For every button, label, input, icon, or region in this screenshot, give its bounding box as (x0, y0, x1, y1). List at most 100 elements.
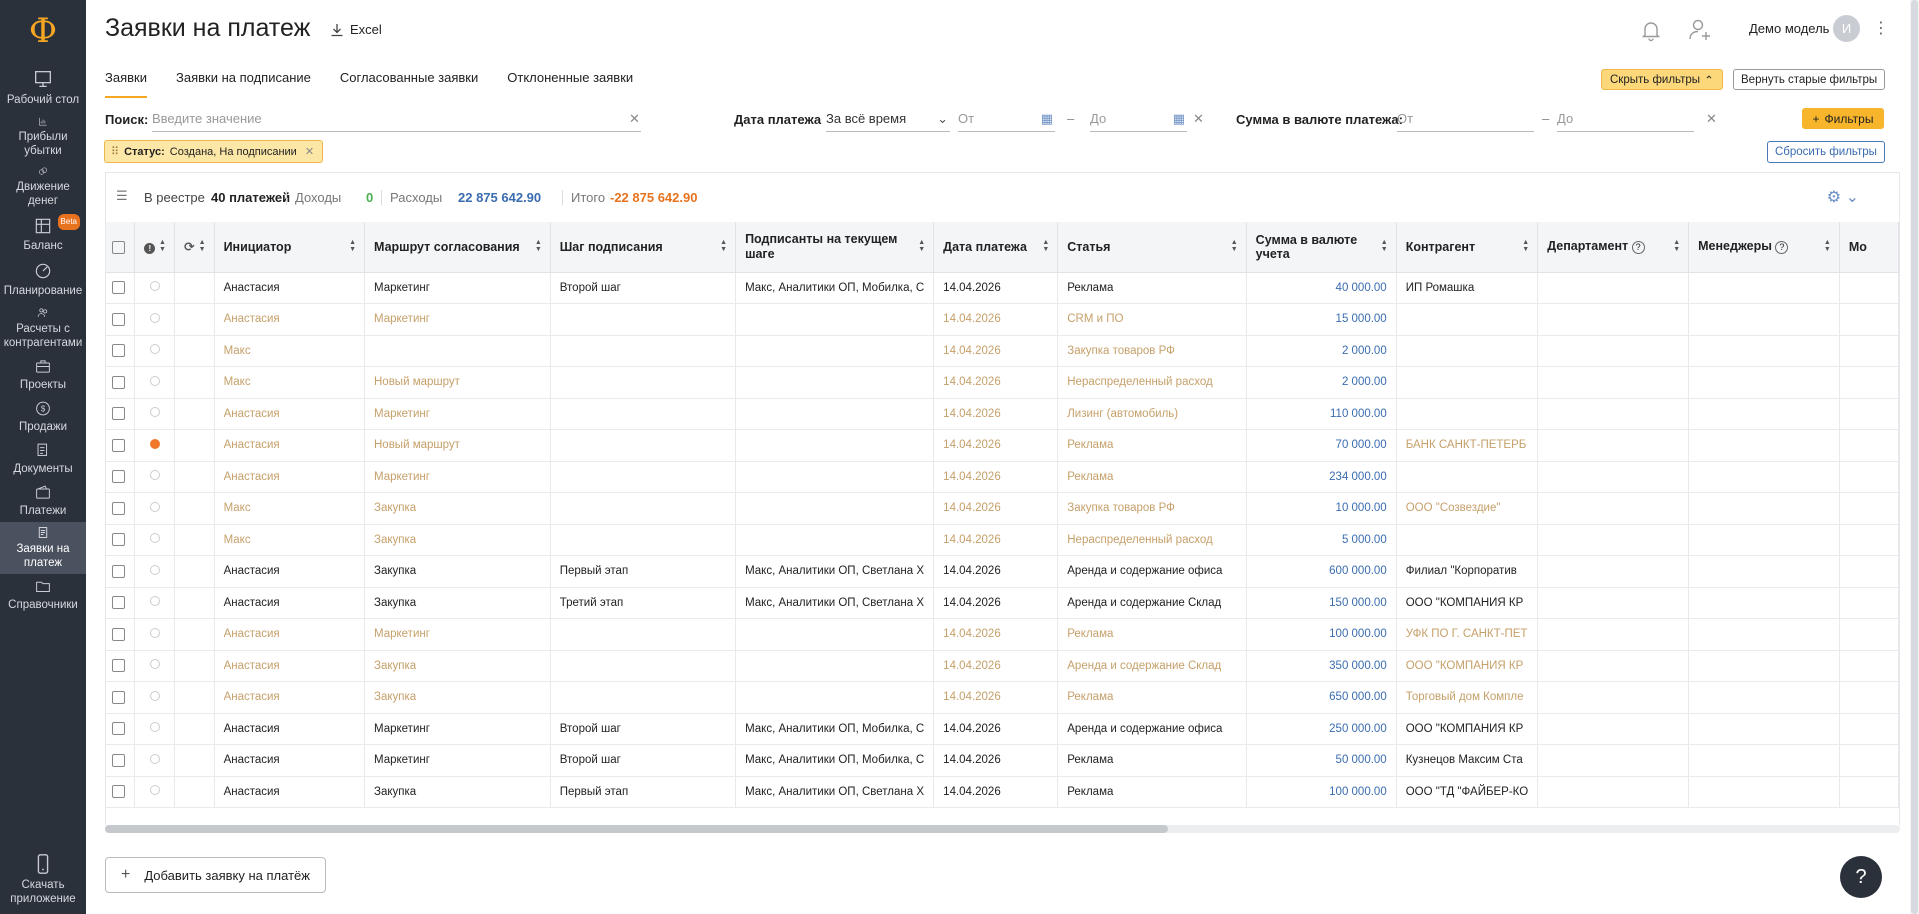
hide-filters-button[interactable]: Скрыть фильтры ⌃ (1601, 69, 1723, 90)
sort-icon[interactable]: ▲ ▼ (720, 239, 727, 253)
table-row[interactable]: Анастасия Закупка Третий этап Макс, Аналити… (106, 587, 1899, 619)
row-checkbox[interactable] (112, 690, 125, 704)
sidebar-item-planning[interactable]: Планирование (0, 257, 86, 302)
excel-export-button[interactable]: Excel (330, 22, 382, 37)
search-input[interactable]: Введите значение (152, 108, 641, 132)
sidebar-item-coins[interactable]: Движение денег (0, 162, 86, 212)
sidebar-item-balance[interactable]: Баланс Beta (0, 212, 86, 257)
sum-from-input[interactable]: От (1397, 108, 1534, 132)
column-department[interactable]: Департамент ? ▲ ▼ (1537, 222, 1690, 273)
status-filter-chip[interactable]: ⠿ Статус: Создана, На подписании ✕ (104, 140, 324, 163)
sidebar-item-request[interactable]: Заявки на платеж (0, 522, 86, 574)
vertical-scrollbar[interactable] (1910, 0, 1919, 914)
add-user-icon[interactable] (1687, 17, 1713, 43)
column-truncated[interactable]: Мо (1839, 222, 1899, 273)
column-signers[interactable]: Подписанты на текущем шаге ▲ ▼ (735, 222, 935, 273)
sidebar-item-wallet[interactable]: Платежи (0, 480, 86, 522)
sort-icon[interactable]: ▲ ▼ (1381, 239, 1388, 253)
kebab-menu-icon[interactable]: ⋮ (1873, 18, 1889, 38)
column-sum[interactable]: Сумма в валюте учета ▲ ▼ (1246, 222, 1397, 273)
row-checkbox[interactable] (112, 533, 125, 547)
table-row[interactable]: Анастасия Маркетинг 14.04.2026 Лизинг (авто… (106, 398, 1899, 430)
reset-filters-button[interactable]: Сбросить фильтры (1767, 141, 1885, 163)
sidebar-item-dollar[interactable]: $ Продажи (0, 396, 86, 438)
row-checkbox[interactable] (112, 501, 125, 515)
clear-search-icon[interactable]: ✕ (629, 111, 640, 127)
column-date[interactable]: Дата платежа ▲ ▼ (933, 222, 1059, 273)
table-row[interactable]: Анастасия Маркетинг Второй шаг Макс, Аналит… (106, 744, 1899, 777)
avatar[interactable]: И (1833, 15, 1860, 42)
filters-button[interactable]: + Фильтры (1802, 108, 1884, 129)
date-period-select[interactable]: За всё время ⌄ (826, 108, 950, 132)
table-row[interactable]: Макс Закупка 14.04.2026 Нераспределенный ра… (106, 524, 1899, 556)
sidebar-item-contractors[interactable]: Расчеты с контрагентами (0, 302, 86, 354)
column-contractor[interactable]: Контрагент ▲ ▼ (1396, 222, 1539, 273)
column-initiator[interactable]: Инициатор ▲ ▼ (214, 222, 366, 273)
date-from-input[interactable]: От ▦ (958, 108, 1055, 132)
tab-approved[interactable]: Согласованные заявки (340, 70, 478, 98)
row-checkbox[interactable] (112, 470, 125, 484)
table-row[interactable]: Анастасия Закупка 14.04.2026 Аренда и содер… (106, 650, 1899, 682)
scrollbar-thumb[interactable] (105, 825, 1168, 833)
app-logo[interactable]: Ф (0, 0, 86, 62)
table-row[interactable]: Анастасия Маркетинг 14.04.2026 Реклама 234 0… (106, 461, 1899, 493)
gear-icon[interactable]: ⚙ ⌄ (1827, 187, 1859, 207)
drag-handle-icon[interactable]: ⠿ (111, 145, 119, 158)
user-name[interactable]: Демо модель (1749, 21, 1829, 36)
sort-icon[interactable]: ▲ ▼ (1673, 239, 1680, 253)
row-checkbox[interactable] (112, 722, 125, 736)
sort-icon[interactable]: ▲ ▼ (349, 239, 356, 253)
table-row[interactable]: Анастасия Маркетинг 14.04.2026 Реклама 100 0… (106, 618, 1899, 651)
bell-icon[interactable] (1639, 18, 1663, 42)
remove-chip-icon[interactable]: ✕ (305, 145, 314, 158)
table-row[interactable]: Анастасия Закупка 14.04.2026 Реклама 650 000… (106, 681, 1899, 714)
select-all-checkbox[interactable] (112, 240, 125, 254)
sort-icon[interactable]: ▲ ▼ (1042, 239, 1049, 253)
help-circle-icon[interactable]: ? (1631, 241, 1645, 255)
row-checkbox[interactable] (112, 312, 125, 326)
row-checkbox[interactable] (112, 344, 125, 358)
sort-icon[interactable]: ▲ ▼ (918, 239, 925, 253)
tab-requests[interactable]: Заявки (105, 70, 147, 98)
horizontal-scrollbar[interactable] (105, 825, 1900, 833)
column-article[interactable]: Статья ▲ ▼ (1057, 222, 1247, 273)
table-row[interactable]: Анастасия Маркетинг Второй шаг Макс, Аналит… (106, 713, 1899, 745)
sidebar-item-briefcase[interactable]: Проекты (0, 354, 86, 396)
row-checkbox[interactable] (112, 407, 125, 421)
row-checkbox[interactable] (112, 375, 125, 389)
table-row[interactable]: Анастасия Маркетинг Второй шаг Макс, Аналит… (106, 272, 1899, 304)
list-icon[interactable]: ☰ (116, 188, 128, 204)
vertical-scrollbar-thumb[interactable] (1911, 0, 1918, 914)
date-to-input[interactable]: До ▦ (1090, 108, 1187, 132)
table-row[interactable]: Анастасия Закупка Первый этап Макс, Аналити… (106, 776, 1899, 808)
old-filters-button[interactable]: Вернуть старые фильтры (1733, 69, 1886, 90)
tab-rejected[interactable]: Отклоненные заявки (507, 70, 633, 98)
row-checkbox[interactable] (112, 753, 125, 767)
table-row[interactable]: Макс Новый маршрут 14.04.2026 Нераспределен… (106, 366, 1899, 399)
row-checkbox[interactable] (112, 659, 125, 673)
add-request-button[interactable]: + Добавить заявку на платёж (105, 857, 326, 893)
help-icon[interactable]: ? (1840, 856, 1882, 898)
sidebar-item-folder[interactable]: Справочники (0, 574, 86, 616)
column-route[interactable]: Маршрут согласования ▲ ▼ (364, 222, 551, 273)
sort-icon[interactable]: ▲ ▼ (1522, 239, 1529, 253)
help-circle-icon[interactable]: ? (1775, 241, 1789, 255)
sidebar-item-documents[interactable]: Документы (0, 438, 86, 480)
sort-icon[interactable]: ▲ ▼ (1824, 239, 1831, 253)
column-step[interactable]: Шаг подписания ▲ ▼ (550, 222, 737, 273)
clear-sum-icon[interactable]: ✕ (1706, 111, 1717, 127)
row-checkbox[interactable] (112, 627, 125, 641)
clear-date-icon[interactable]: ✕ (1193, 111, 1204, 127)
column-managers[interactable]: Менеджеры ? ▲ ▼ (1688, 222, 1840, 273)
row-checkbox[interactable] (112, 564, 125, 578)
row-checkbox[interactable] (112, 438, 125, 452)
sort-icon[interactable]: ▲ ▼ (159, 239, 166, 253)
table-row[interactable]: Анастасия Закупка Первый этап Макс, Аналити… (106, 555, 1899, 588)
sidebar-item-desktop[interactable]: Рабочий стол (0, 62, 86, 112)
table-row[interactable]: Макс 14.04.2026 Закупка товаров РФ 2 000.00 (106, 335, 1899, 367)
table-row[interactable]: Анастасия Маркетинг 14.04.2026 CRM и ПО 15 0… (106, 303, 1899, 336)
sidebar-item-chart[interactable]: Прибыли убытки (0, 112, 86, 162)
repeat-column-header[interactable]: ⟳ ▲ ▼ (174, 222, 215, 273)
sum-to-input[interactable]: До (1557, 108, 1694, 132)
table-row[interactable]: Макс Закупка 14.04.2026 Закупка товаров РФ 1… (106, 492, 1899, 525)
